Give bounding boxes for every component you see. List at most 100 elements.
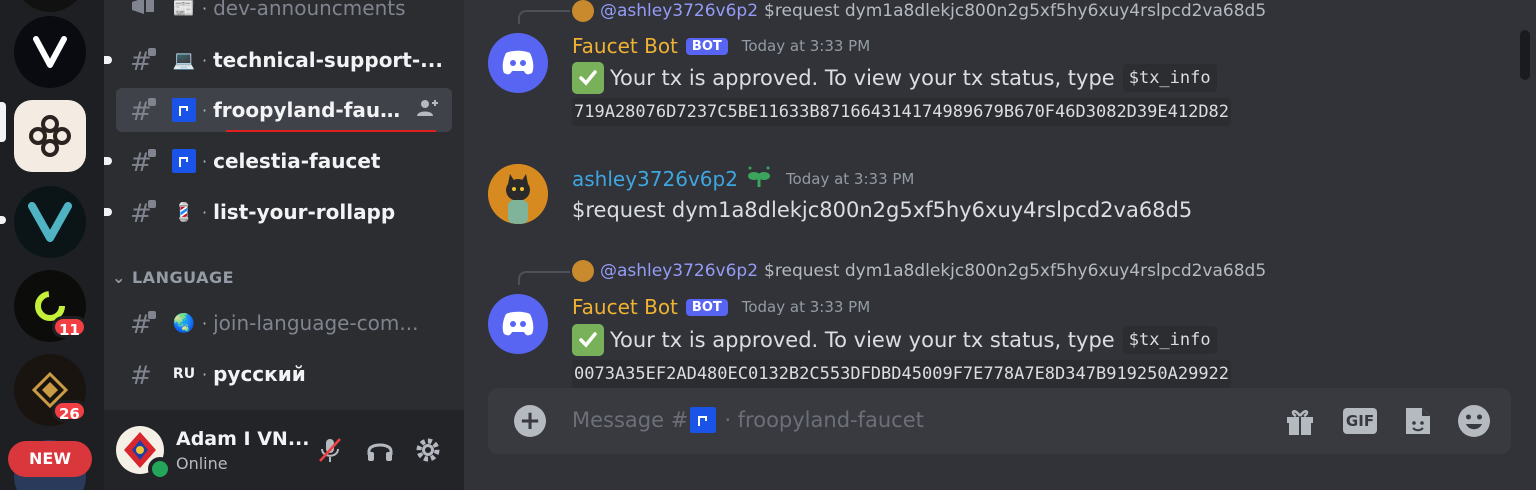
- author-name[interactable]: Faucet Bot: [572, 295, 678, 319]
- channel-name: celestia-faucet: [213, 149, 381, 173]
- channel-dev-announcments[interactable]: 📰 · dev-announcments: [116, 0, 452, 30]
- channel-emoji: 💈: [172, 201, 196, 223]
- channel-sidebar: 📰 · dev-announcments # 💻 · technical-sup…: [104, 0, 464, 410]
- locked-hash-icon: #: [130, 147, 162, 178]
- message-input[interactable]: Message # · froopyland-faucet: [572, 407, 924, 433]
- reply-text: $request dym1a8dlekjc800n2g5xf5hy6xuy4rs…: [764, 261, 1267, 281]
- tx-hash: 0073A35EF2AD480EC0132B2C553DFDBD45009F7E…: [572, 360, 1232, 388]
- tx-hash-code: 719A28076D7237C5BE11633B8716643141749896…: [572, 98, 1232, 126]
- channel-join-language[interactable]: # 🌏 · join-language-com...: [116, 301, 452, 345]
- username[interactable]: Adam I VN...: [176, 428, 309, 450]
- timestamp: Today at 3:33 PM: [785, 170, 915, 188]
- category-language[interactable]: ⌄ LANGUAGE: [112, 268, 234, 287]
- locked-hash-icon: #: [130, 96, 162, 127]
- chevron-down-icon: ⌄: [112, 268, 126, 287]
- message-header: Faucet Bot BOT Today at 3:33 PM: [572, 295, 870, 319]
- message-body: Your tx is approved. To view your tx sta…: [572, 324, 1217, 356]
- author-name[interactable]: ashley3726v6p2: [572, 167, 738, 191]
- active-underline: [226, 130, 436, 132]
- channel-separator: ·: [202, 100, 208, 120]
- ru-flag-icon: RU: [172, 366, 196, 382]
- channel-name: dev-announcments: [213, 0, 406, 20]
- channel-list-your-rollapp[interactable]: # 💈 · list-your-rollapp: [104, 190, 452, 234]
- gift-icon[interactable]: [1282, 403, 1318, 439]
- server-icon-dymension[interactable]: [14, 100, 86, 172]
- tx-hash: 719A28076D7237C5BE11633B8716643141749896…: [572, 98, 1232, 126]
- channel-separator: ·: [202, 202, 208, 222]
- channel-emoji: 📰: [172, 0, 196, 19]
- locked-hash-icon: #: [130, 309, 162, 340]
- reply-avatar: [572, 0, 594, 22]
- reply-preview[interactable]: @ashley3726v6p2 $request dym1a8dlekjc800…: [572, 260, 1266, 282]
- channel-celestia-faucet[interactable]: # · celestia-faucet: [104, 139, 452, 183]
- announcement-icon: [130, 0, 162, 22]
- chat-area: @ashley3726v6p2 $request dym1a8dlekjc800…: [464, 0, 1536, 490]
- reply-preview[interactable]: @ashley3726v6p2 $request dym1a8dlekjc800…: [572, 0, 1266, 22]
- timestamp: Today at 3:33 PM: [741, 298, 871, 316]
- scrollbar[interactable]: [1520, 30, 1530, 80]
- reply-avatar: [572, 260, 594, 282]
- channel-technical-support[interactable]: # 💻 · technical-support-...: [104, 38, 452, 82]
- faucet-icon: [690, 407, 717, 433]
- reply-mention[interactable]: @ashley3726v6p2: [600, 261, 758, 281]
- add-member-icon[interactable]: [416, 98, 440, 122]
- channel-froopyland-faucet[interactable]: # · froopyland-fauc...: [116, 88, 452, 132]
- channel-name: русский: [213, 362, 306, 386]
- server-icon-top[interactable]: [14, 0, 86, 12]
- unread-indicator: [104, 208, 112, 216]
- server-rail: 11 26 NEW: [0, 0, 104, 490]
- server-badge-26: 26: [52, 400, 87, 423]
- unread-indicator: [104, 157, 112, 165]
- reply-connector: [518, 10, 570, 24]
- channel-separator: ·: [202, 364, 208, 384]
- inline-code: $tx_info: [1122, 326, 1217, 354]
- locked-hash-icon: #: [130, 198, 162, 229]
- message-text: Your tx is approved. To view your tx sta…: [610, 66, 1115, 90]
- channel-separator: ·: [202, 151, 208, 171]
- new-unreads-badge[interactable]: NEW: [8, 441, 92, 477]
- bot-avatar[interactable]: [488, 33, 548, 93]
- headphones-icon[interactable]: [364, 434, 396, 466]
- locked-hash-icon: #: [130, 46, 162, 77]
- channel-separator: ·: [202, 50, 208, 70]
- message-body: $request dym1a8dlekjc800n2g5xf5hy6xuy4rs…: [572, 198, 1193, 222]
- bot-avatar[interactable]: [488, 294, 548, 354]
- gear-icon[interactable]: [412, 434, 444, 466]
- user-status: Online: [176, 454, 228, 473]
- bot-tag: BOT: [685, 298, 728, 316]
- message-composer: + Message # · froopyland-faucet GIF: [488, 388, 1511, 454]
- check-mark-icon: [572, 324, 604, 356]
- active-server-pill: [0, 102, 6, 142]
- user-avatar[interactable]: [488, 164, 548, 224]
- check-mark-icon: [572, 62, 604, 94]
- inline-code: $tx_info: [1122, 64, 1217, 92]
- author-name[interactable]: Faucet Bot: [572, 34, 678, 58]
- bot-tag: BOT: [685, 37, 728, 55]
- user-panel: Adam I VN... Online: [104, 410, 464, 490]
- message-header: ashley3726v6p2 Today at 3:33 PM: [572, 165, 914, 193]
- channel-separator: ·: [202, 0, 208, 18]
- placeholder-prefix: Message #: [572, 408, 689, 432]
- placeholder-channel: · froopyland-faucet: [724, 408, 924, 432]
- server-icon-tail[interactable]: [14, 186, 86, 258]
- tx-hash-code: 0073A35EF2AD480EC0132B2C553DFDBD45009F7E…: [572, 360, 1232, 388]
- online-status-icon: [148, 457, 172, 481]
- emoji-icon[interactable]: [1456, 403, 1492, 439]
- globe-icon: 🌏: [172, 312, 196, 334]
- timestamp: Today at 3:33 PM: [741, 37, 871, 55]
- gif-label: GIF: [1342, 408, 1378, 434]
- svg-text:#: #: [130, 361, 152, 388]
- reply-text: $request dym1a8dlekjc800n2g5xf5hy6xuy4rs…: [764, 1, 1267, 21]
- hash-icon: #: [130, 360, 162, 391]
- sticker-icon[interactable]: [1400, 403, 1436, 439]
- add-attachment-icon[interactable]: +: [514, 405, 546, 437]
- server-badge-11: 11: [52, 316, 87, 339]
- reply-mention[interactable]: @ashley3726v6p2: [600, 1, 758, 21]
- mic-muted-icon[interactable]: [314, 434, 346, 466]
- reply-connector: [518, 271, 570, 285]
- channel-russian[interactable]: # RU · русский: [116, 352, 452, 396]
- server-icon-v[interactable]: [14, 16, 86, 88]
- gif-button[interactable]: GIF: [1342, 403, 1378, 439]
- channel-separator: ·: [202, 313, 208, 333]
- category-label: LANGUAGE: [131, 268, 235, 287]
